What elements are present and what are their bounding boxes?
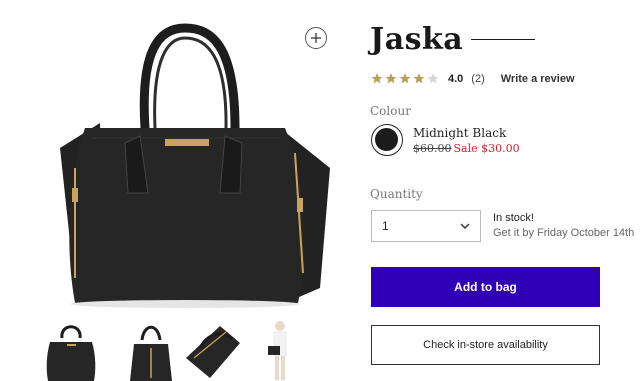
rating-stars (370, 72, 440, 85)
quantity-label: Quantity (370, 187, 423, 201)
thumbnail-model[interactable] (250, 318, 312, 381)
write-review-link[interactable]: Write a review (501, 73, 575, 85)
colour-label: Colour (370, 104, 411, 118)
thumbnail-top[interactable] (180, 318, 242, 381)
rating-value: 4.0 (448, 72, 464, 85)
zoom-button[interactable] (305, 27, 327, 49)
original-price: $60.00 (413, 142, 452, 155)
add-to-bag-button[interactable]: Add to bag (371, 267, 600, 307)
rating-row: 4.0 (2) Write a review (370, 72, 575, 85)
product-main-image[interactable] (30, 18, 340, 308)
product-details: Jaska 4.0 (2) Write a review Colour Midn… (370, 0, 640, 381)
price-row: $60.00 Sale $30.00 (413, 142, 520, 155)
colour-swatch-midnight-black[interactable] (371, 124, 403, 156)
star-icon (413, 73, 425, 84)
sale-price: Sale $30.00 (453, 142, 520, 155)
rating-count: (2) (471, 72, 485, 85)
star-icon (371, 73, 383, 84)
quantity-select[interactable]: 1 (371, 210, 481, 242)
chevron-down-icon (460, 223, 470, 229)
plus-icon (311, 33, 321, 43)
title-divider (471, 39, 536, 40)
product-gallery (0, 0, 345, 381)
colour-name: Midnight Black (413, 126, 507, 140)
delivery-estimate: Get it by Friday October 14th (493, 227, 635, 239)
product-title: Jaska (370, 22, 464, 57)
swatch-fill (375, 128, 398, 151)
title-row: Jaska (370, 22, 536, 57)
quantity-value: 1 (382, 219, 389, 233)
star-icon (427, 73, 439, 84)
thumbnail-front[interactable] (40, 318, 102, 381)
thumbnail-strip (40, 318, 340, 381)
check-in-store-button[interactable]: Check in-store availability (371, 325, 600, 365)
star-icon (399, 73, 411, 84)
star-icon (385, 73, 397, 84)
thumbnail-side[interactable] (120, 318, 182, 381)
stock-status: In stock! (493, 212, 534, 224)
